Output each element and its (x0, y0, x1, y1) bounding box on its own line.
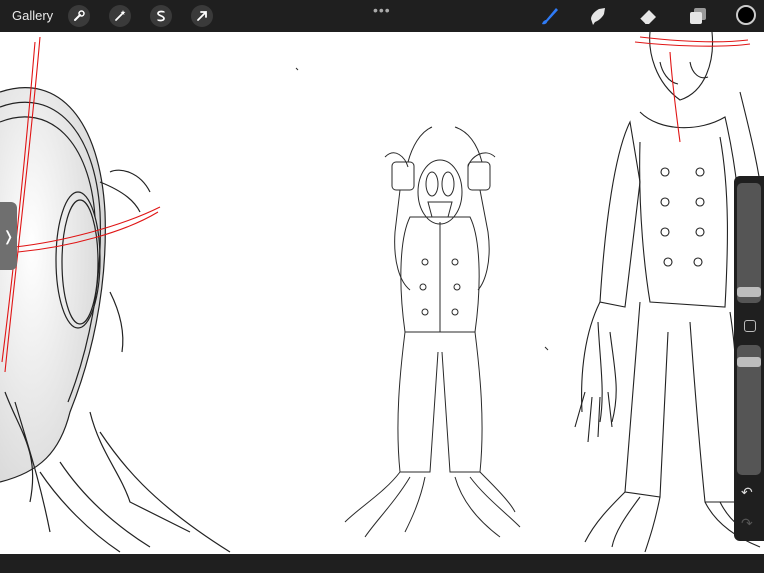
brush-size-slider[interactable] (737, 183, 761, 303)
sidebar-expand-tab[interactable]: ❭ (0, 202, 17, 270)
more-dots-handle[interactable]: ••• (373, 2, 391, 18)
brush-size-thumb[interactable] (737, 287, 761, 297)
redo-icon[interactable]: ↷ (741, 515, 753, 532)
gallery-button[interactable]: Gallery (12, 8, 53, 23)
sketch-artwork (0, 32, 764, 553)
drawing-canvas[interactable] (0, 32, 764, 554)
transform-arrow-icon[interactable] (191, 5, 213, 27)
color-picker-swatch[interactable] (736, 5, 756, 25)
layers-icon[interactable] (686, 4, 710, 28)
brush-icon[interactable] (537, 4, 561, 28)
magic-wand-icon[interactable] (109, 5, 131, 27)
modify-button[interactable] (744, 320, 756, 332)
eraser-icon[interactable] (636, 4, 660, 28)
chevron-right-icon: ❭ (2, 227, 15, 244)
undo-icon[interactable]: ↶ (741, 484, 753, 501)
opacity-thumb[interactable] (737, 357, 761, 367)
bottom-bar (0, 554, 764, 573)
smudge-icon[interactable] (586, 4, 610, 28)
selection-s-icon[interactable] (150, 5, 172, 27)
wrench-icon[interactable] (68, 5, 90, 27)
top-toolbar: Gallery ••• (0, 0, 764, 32)
